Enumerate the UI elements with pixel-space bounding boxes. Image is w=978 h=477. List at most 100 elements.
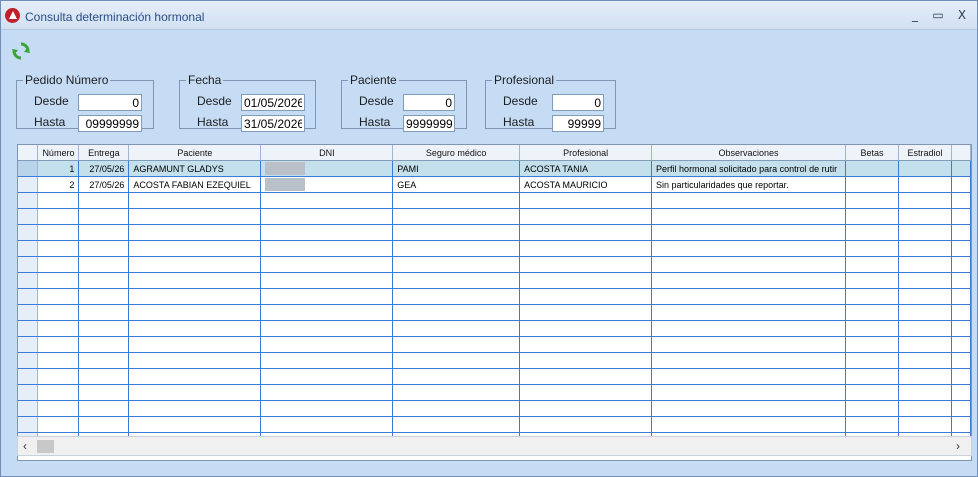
empty-cell xyxy=(898,288,952,305)
empty-cell xyxy=(651,400,847,417)
empty-cell xyxy=(651,304,847,321)
empty-cell xyxy=(898,400,952,417)
empty-cell xyxy=(392,288,521,305)
empty-cell xyxy=(651,336,847,353)
minimize-button[interactable]: _ xyxy=(907,8,923,22)
empty-cell xyxy=(78,288,130,305)
empty-cell xyxy=(845,336,899,353)
empty-row xyxy=(18,416,971,433)
col-header-betas[interactable]: Betas xyxy=(845,145,899,161)
empty-cell xyxy=(651,384,847,401)
pedido-desde-input[interactable] xyxy=(78,94,142,111)
empty-cell xyxy=(392,240,521,257)
paciente-filter-group: Paciente Desde Hasta xyxy=(341,73,467,132)
cell-paciente: ACOSTA FABIAN EZEQUIEL xyxy=(128,176,262,193)
col-header-estradiol[interactable]: Estradiol xyxy=(898,145,952,161)
profesional-desde-label: Desde xyxy=(503,94,538,108)
empty-cell xyxy=(78,384,130,401)
empty-cell xyxy=(898,208,952,225)
empty-row xyxy=(18,400,971,417)
table-row[interactable]: 2 27/05/26 ACOSTA FABIAN EZEQUIEL GEA AC… xyxy=(18,176,971,193)
scroll-right-icon[interactable]: › xyxy=(956,439,960,453)
empty-cell xyxy=(260,368,394,385)
empty-cell xyxy=(392,256,521,273)
empty-cell xyxy=(951,384,971,401)
fecha-hasta-input[interactable] xyxy=(241,115,305,132)
profesional-hasta-input[interactable] xyxy=(552,115,604,132)
paciente-desde-label: Desde xyxy=(359,94,394,108)
col-header-profesional[interactable]: Profesional xyxy=(519,145,653,161)
empty-cell xyxy=(951,368,971,385)
empty-cell xyxy=(519,240,653,257)
empty-cell xyxy=(128,336,262,353)
empty-cell xyxy=(651,192,847,209)
row-selector[interactable] xyxy=(18,160,39,177)
pedido-filter-group: Pedido Número Desde Hasta xyxy=(16,73,154,132)
empty-cell xyxy=(651,272,847,289)
scroll-thumb[interactable] xyxy=(37,440,54,453)
col-header-observaciones[interactable]: Observaciones xyxy=(651,145,847,161)
empty-cell xyxy=(128,384,262,401)
cell-dni xyxy=(260,160,394,177)
col-header-extra xyxy=(951,145,971,161)
profesional-desde-input[interactable] xyxy=(552,94,604,111)
empty-row xyxy=(18,352,971,369)
empty-cell xyxy=(128,288,262,305)
empty-cell xyxy=(519,224,653,241)
empty-cell xyxy=(37,208,80,225)
empty-cell xyxy=(78,320,130,337)
profesional-legend: Profesional xyxy=(494,73,555,87)
empty-cell xyxy=(845,368,899,385)
empty-cell xyxy=(845,192,899,209)
empty-cell xyxy=(519,192,653,209)
empty-cell xyxy=(898,240,952,257)
empty-cell xyxy=(392,272,521,289)
empty-row xyxy=(18,384,971,401)
refresh-icon[interactable] xyxy=(11,41,31,61)
row-selector xyxy=(18,368,39,385)
empty-cell xyxy=(78,208,130,225)
empty-row xyxy=(18,224,971,241)
cell-numero: 1 xyxy=(37,160,80,177)
empty-cell xyxy=(519,400,653,417)
empty-cell xyxy=(260,272,394,289)
empty-cell xyxy=(651,224,847,241)
paciente-desde-input[interactable] xyxy=(403,94,455,111)
empty-cell xyxy=(260,400,394,417)
app-logo-icon xyxy=(5,8,20,23)
empty-cell xyxy=(845,400,899,417)
fecha-desde-input[interactable] xyxy=(241,94,305,111)
empty-cell xyxy=(128,192,262,209)
empty-cell xyxy=(651,256,847,273)
empty-cell xyxy=(651,288,847,305)
empty-cell xyxy=(37,400,80,417)
empty-cell xyxy=(845,352,899,369)
col-header-dni[interactable]: DNI xyxy=(260,145,394,161)
col-header-numero[interactable]: Número xyxy=(37,145,80,161)
col-header-entrega[interactable]: Entrega xyxy=(78,145,130,161)
empty-cell xyxy=(898,304,952,321)
results-grid[interactable]: Número Entrega Paciente DNI Seguro médic… xyxy=(17,144,972,461)
table-row[interactable]: 1 27/05/26 AGRAMUNT GLADYS PAMI ACOSTA T… xyxy=(18,160,971,177)
pedido-hasta-input[interactable] xyxy=(78,115,142,132)
col-header-seguro[interactable]: Seguro médico xyxy=(392,145,521,161)
empty-cell xyxy=(519,320,653,337)
row-selector[interactable] xyxy=(18,176,39,193)
empty-cell xyxy=(128,320,262,337)
empty-cell xyxy=(898,368,952,385)
cell-entrega: 27/05/26 xyxy=(78,176,130,193)
cell-estradiol xyxy=(898,160,952,177)
close-button[interactable]: X xyxy=(954,8,970,22)
empty-cell xyxy=(78,256,130,273)
horizontal-scrollbar[interactable]: ‹ › xyxy=(17,436,972,456)
paciente-hasta-input[interactable] xyxy=(403,115,455,132)
empty-cell xyxy=(951,256,971,273)
cell-dni xyxy=(260,176,394,193)
empty-cell xyxy=(78,400,130,417)
scroll-left-icon[interactable]: ‹ xyxy=(23,439,27,453)
maximize-button[interactable]: ▭ xyxy=(930,8,946,22)
empty-cell xyxy=(845,240,899,257)
col-header-paciente[interactable]: Paciente xyxy=(128,145,262,161)
row-selector xyxy=(18,352,39,369)
results-table: Número Entrega Paciente DNI Seguro médic… xyxy=(18,145,971,449)
